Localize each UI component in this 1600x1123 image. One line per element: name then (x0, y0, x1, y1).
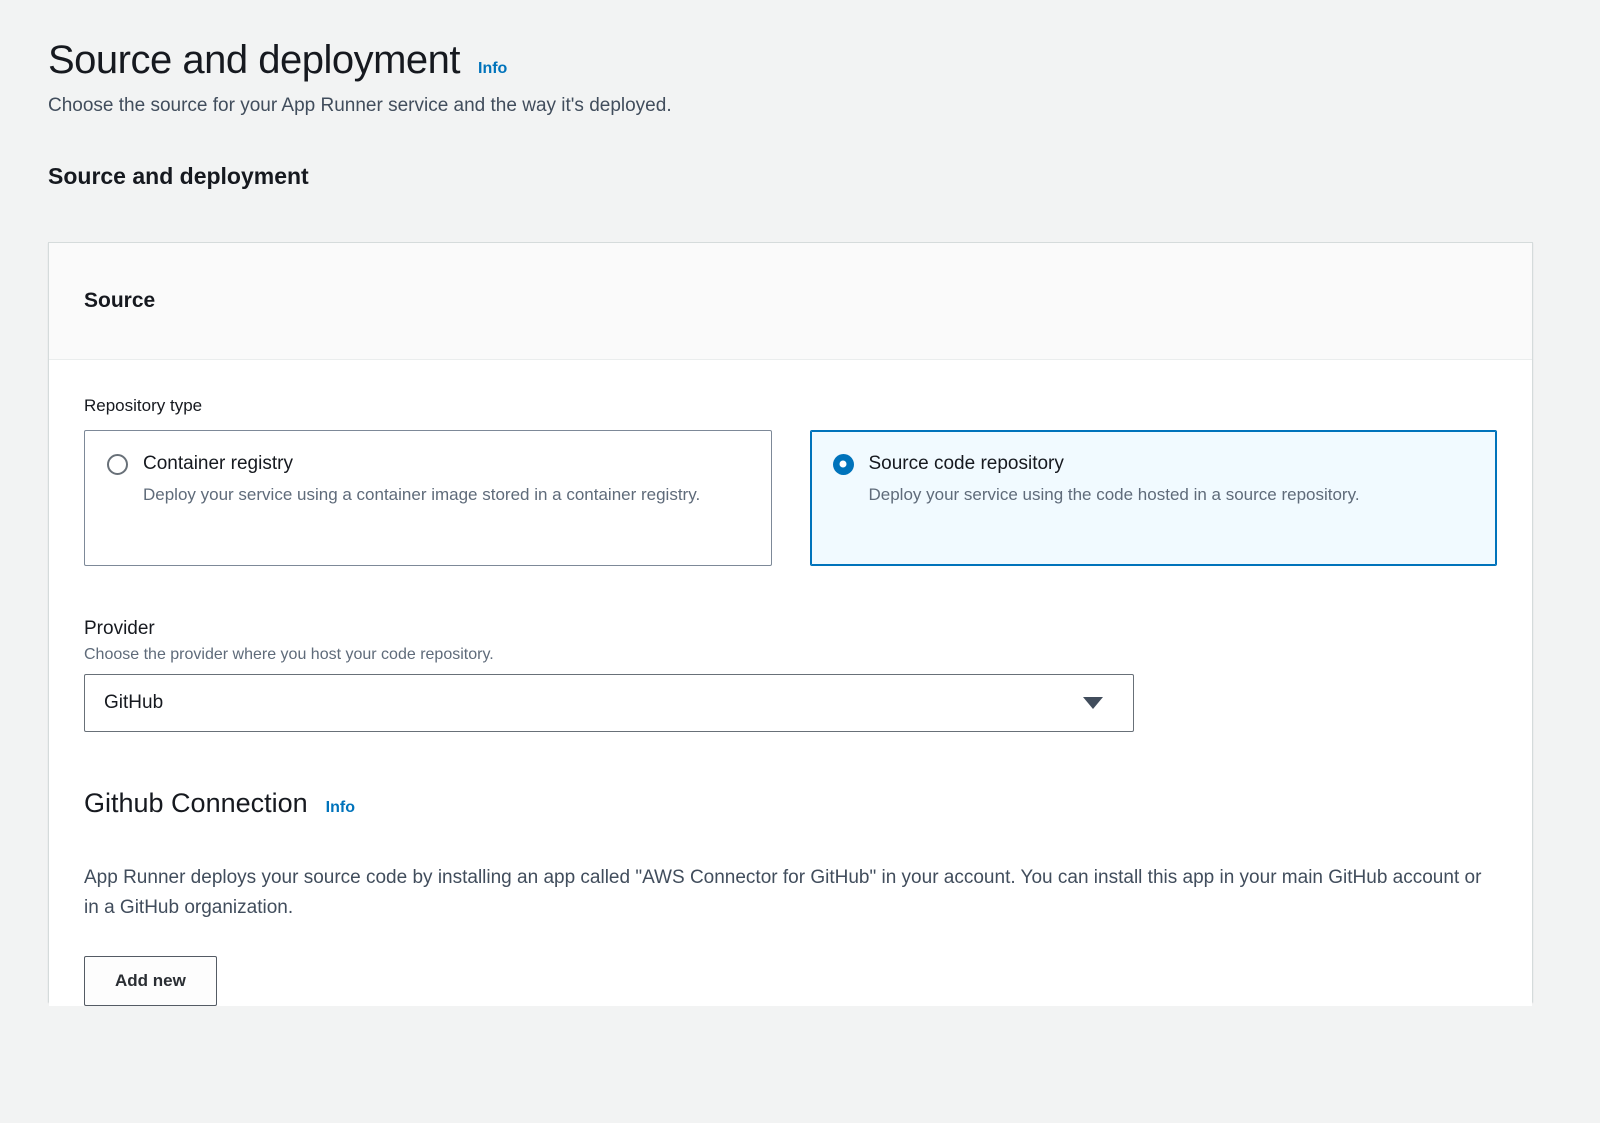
radio-tile-label: Source code repository (869, 453, 1064, 475)
radio-tile-source-code-repository[interactable]: Source code repository Deploy your servi… (810, 430, 1498, 566)
page-title: Source and deployment (48, 38, 460, 83)
source-panel: Source Repository type Container registr… (48, 242, 1533, 1002)
radio-button-icon[interactable] (107, 454, 128, 475)
add-new-button[interactable]: Add new (84, 956, 217, 1006)
radio-tile-container-registry[interactable]: Container registry Deploy your service u… (84, 430, 772, 566)
chevron-down-icon (1083, 697, 1103, 709)
radio-button-checked-icon[interactable] (833, 454, 854, 475)
repository-type-options: Container registry Deploy your service u… (84, 430, 1497, 566)
provider-description: Choose the provider where you host your … (84, 646, 1497, 664)
provider-label: Provider (84, 618, 1497, 640)
provider-select-value: GitHub (104, 692, 163, 714)
page-description: Choose the source for your App Runner se… (48, 95, 1533, 117)
github-connection-info-link[interactable]: Info (326, 799, 355, 817)
section-heading: Source and deployment (48, 163, 1533, 190)
radio-tile-label: Container registry (143, 453, 293, 475)
repository-type-label: Repository type (84, 396, 1497, 416)
page-title-info-link[interactable]: Info (478, 60, 507, 78)
source-panel-header: Source (49, 243, 1532, 360)
page-header: Source and deployment Info (48, 38, 1533, 83)
source-panel-body: Repository type Container registry Deplo… (49, 360, 1532, 1006)
github-connection-heading: Github Connection (84, 788, 308, 819)
provider-select[interactable]: GitHub (84, 674, 1134, 732)
radio-tile-description: Deploy your service using the code hoste… (869, 482, 1469, 508)
github-connection-header: Github Connection Info (84, 788, 1497, 819)
github-connection-description: App Runner deploys your source code by i… (84, 863, 1484, 924)
source-panel-title: Source (84, 289, 155, 313)
page: Source and deployment Info Choose the so… (0, 0, 1600, 1123)
radio-tile-description: Deploy your service using a container im… (143, 482, 743, 508)
provider-field: Provider Choose the provider where you h… (84, 618, 1497, 732)
